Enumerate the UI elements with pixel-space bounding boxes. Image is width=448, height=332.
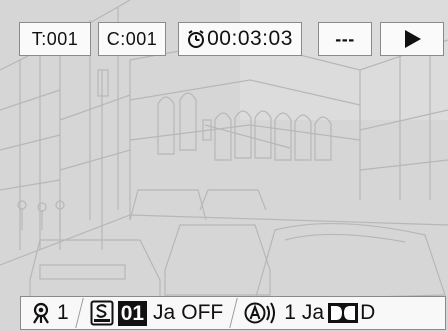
- divider: [74, 298, 84, 328]
- audio-format: D: [360, 301, 376, 324]
- subtitle-language: Ja: [153, 301, 176, 324]
- subtitle-state: OFF: [181, 301, 224, 324]
- osd-bottom-bar: 1 01 Ja OFF 1 Ja D: [20, 296, 446, 330]
- subtitle-track: 01: [117, 300, 148, 326]
- video-screen: T:001 C:001 00:03:03 --- 1 01 Ja OFF 1 J…: [0, 0, 448, 332]
- audio-group: 1 Ja D: [244, 300, 375, 326]
- repeat-mode: ---: [335, 28, 355, 49]
- chapter-label: C:001: [106, 28, 158, 49]
- angle-icon: [33, 302, 49, 324]
- title-label: T:001: [31, 28, 79, 49]
- audio-icon: [244, 302, 276, 324]
- title-indicator: T:001: [19, 22, 91, 56]
- subtitle-icon: [90, 300, 114, 326]
- subtitle-group: 01 Ja OFF: [90, 300, 224, 326]
- audio-language: Ja: [301, 301, 325, 324]
- osd-top-bar: T:001 C:001 00:03:03 ---: [0, 0, 448, 64]
- audio-track: 1: [284, 301, 296, 324]
- elapsed-time: 00:03:03: [207, 27, 293, 50]
- chapter-indicator: C:001: [98, 22, 166, 56]
- play-icon: [405, 30, 421, 48]
- angle-group: 1: [21, 301, 69, 325]
- clock-icon: [188, 30, 205, 48]
- divider: [229, 298, 238, 328]
- angle-value: 1: [57, 301, 69, 324]
- playback-status: [380, 22, 444, 56]
- elapsed-time-indicator: 00:03:03: [178, 22, 302, 56]
- dolby-icon: [328, 303, 359, 323]
- repeat-mode-indicator: ---: [318, 22, 372, 56]
